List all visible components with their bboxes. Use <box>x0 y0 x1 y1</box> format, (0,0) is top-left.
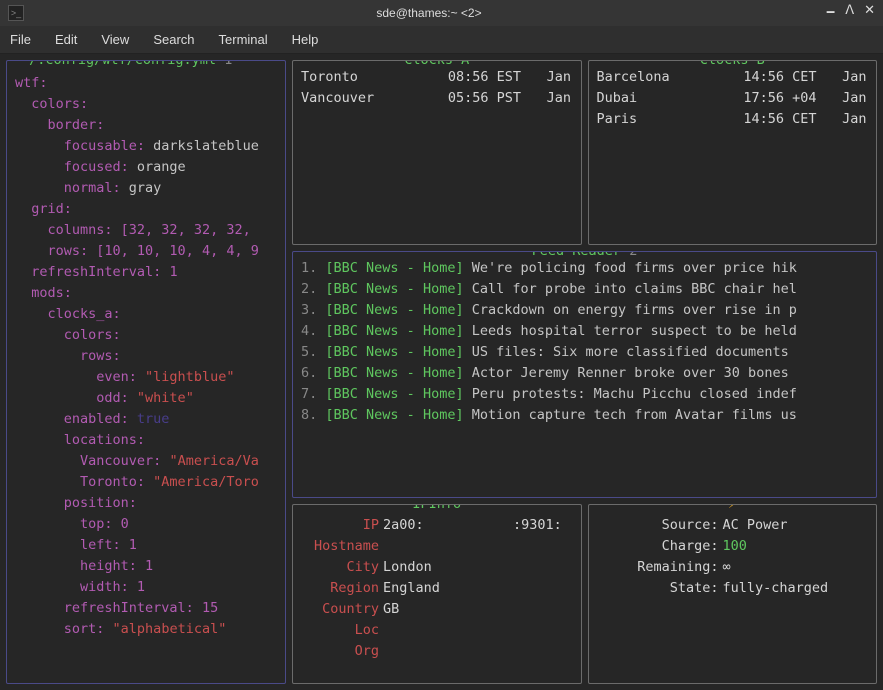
feed-item[interactable]: 7. [BBC News - Home] Peru protests: Mach… <box>301 384 868 405</box>
minimize-button[interactable]: 🗕 <box>826 2 835 24</box>
menu-file[interactable]: File <box>10 32 31 47</box>
panel-feed-reader: Feed Reader 2 1. [BBC News - Home] We're… <box>292 251 877 498</box>
terminal-icon: >_ <box>8 5 24 21</box>
panel-title-ipinfo: IPInfo <box>406 504 467 512</box>
panel-config: ~/.config/wtf/config.yml 1 wtf: colors: … <box>6 60 286 684</box>
titlebar: >_ sde@thames:~ <2> 🗕 ᐱ ✕ <box>0 0 883 26</box>
feed-item[interactable]: 8. [BBC News - Home] Motion capture tech… <box>301 405 868 426</box>
terminal-area[interactable]: ~/.config/wtf/config.yml 1 wtf: colors: … <box>0 54 883 690</box>
menubar: File Edit View Search Terminal Help <box>0 26 883 54</box>
clock-row: Toronto08:56 ESTJan <box>301 67 573 88</box>
clock-row: Paris14:56 CETJan <box>597 109 869 130</box>
window-controls: 🗕 ᐱ ✕ <box>826 2 875 24</box>
menu-view[interactable]: View <box>101 32 129 47</box>
feed-item[interactable]: 5. [BBC News - Home] US files: Six more … <box>301 342 868 363</box>
menu-edit[interactable]: Edit <box>55 32 77 47</box>
panel-title-config: ~/.config/wtf/config.yml 1 <box>15 60 238 68</box>
panel-clocks-b: Clocks B Barcelona14:56 CETJanDubai17:56… <box>588 60 878 245</box>
panel-title-clocks-b: Clocks B <box>694 60 771 68</box>
clock-row: Dubai17:56 +04Jan <box>597 88 869 109</box>
lightning-icon: ⚡ <box>722 504 742 512</box>
menu-help[interactable]: Help <box>292 32 319 47</box>
panel-title-feed: Feed Reader 2 <box>526 251 644 259</box>
panel-ipinfo: IPInfo IP2a00: :9301: Hostname CityLondo… <box>292 504 582 684</box>
menu-search[interactable]: Search <box>153 32 194 47</box>
panel-clocks-a: Clocks A Toronto08:56 ESTJanVancouver05:… <box>292 60 582 245</box>
maximize-button[interactable]: ᐱ <box>845 2 854 24</box>
close-button[interactable]: ✕ <box>864 2 875 24</box>
window-title: sde@thames:~ <2> <box>32 6 826 20</box>
feed-item[interactable]: 2. [BBC News - Home] Call for probe into… <box>301 279 868 300</box>
clock-row: Barcelona14:56 CETJan <box>597 67 869 88</box>
feed-item[interactable]: 4. [BBC News - Home] Leeds hospital terr… <box>301 321 868 342</box>
feed-item[interactable]: 6. [BBC News - Home] Actor Jeremy Renner… <box>301 363 868 384</box>
feed-item[interactable]: 1. [BBC News - Home] We're policing food… <box>301 258 868 279</box>
menu-terminal[interactable]: Terminal <box>219 32 268 47</box>
feed-item[interactable]: 3. [BBC News - Home] Crackdown on energy… <box>301 300 868 321</box>
panel-title-clocks-a: Clocks A <box>398 60 475 68</box>
clock-row: Vancouver05:56 PSTJan <box>301 88 573 109</box>
panel-power: ⚡ Source:AC Power Charge:100 Remaining:∞… <box>588 504 878 684</box>
